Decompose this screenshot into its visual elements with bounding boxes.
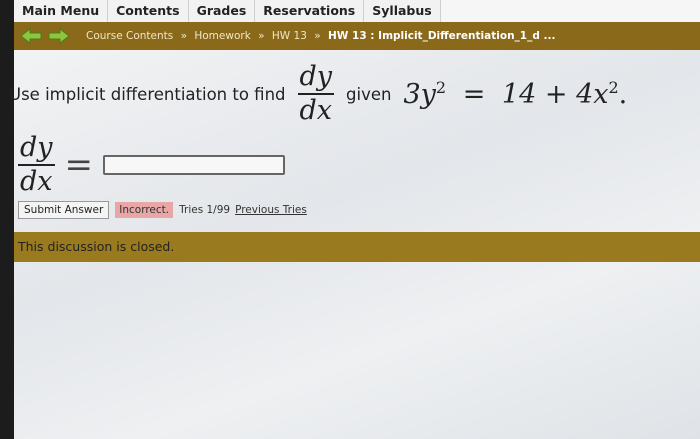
equation-rhs: 14 + 4x [501,79,609,110]
menu-main-menu[interactable]: Main Menu [14,0,109,22]
breadcrumb-separator: » [180,30,188,42]
answer-equals: = [64,145,94,186]
answer-fraction-denominator: dx [20,166,53,198]
breadcrumb-separator: » [314,30,321,42]
breadcrumb-hw13[interactable]: HW 13 [272,30,307,42]
derivative-fraction: dy dx [297,60,335,126]
answer-fraction-numerator: dy [20,132,53,163]
forward-arrow-icon[interactable] [48,28,70,44]
navigation-bar: Course Contents » Homework » HW 13 » HW … [14,22,700,50]
answer-row: dy dx = [18,132,286,198]
question-prompt: Use implicit differentiation to find dy … [9,54,627,134]
question-given: given [346,84,392,104]
lon-capa-page: Main Menu Contents Grades Reservations S… [9,0,700,439]
answer-controls: Submit Answer Incorrect. Tries 1/99 Prev… [18,201,307,219]
question-prefix: Use implicit differentiation to find [9,84,286,104]
breadcrumb-current: HW 13 : Implicit_Differentiation_1_d ... [328,30,556,42]
breadcrumb-course-contents[interactable]: Course Contents [86,30,173,42]
breadcrumb-separator: » [258,30,265,42]
main-menu-bar: Main Menu Contents Grades Reservations S… [14,0,700,22]
menu-contents[interactable]: Contents [108,0,189,22]
submit-answer-button[interactable]: Submit Answer [18,201,110,219]
fraction-denominator: dx [299,95,333,126]
previous-tries-link[interactable]: Previous Tries [235,204,307,216]
menu-syllabus[interactable]: Syllabus [364,0,441,22]
breadcrumb: Course Contents » Homework » HW 13 » HW … [86,30,556,42]
equation-lhs-exponent: 2 [435,78,447,97]
fraction-numerator: dy [299,60,333,92]
answer-input[interactable] [103,155,286,176]
equation-period: . [618,79,628,110]
equation-lhs: 3y [403,79,436,110]
menu-reservations[interactable]: Reservations [255,0,365,22]
answer-derivative-fraction: dy dx [18,132,55,198]
given-equation: 3y2 = 14 + 4x2. [403,78,627,110]
back-arrow-icon[interactable] [20,28,42,44]
discussion-closed-banner: This discussion is closed. [14,232,700,262]
tries-count: Tries 1/99 [179,204,231,216]
breadcrumb-homework[interactable]: Homework [194,30,250,42]
menu-grades[interactable]: Grades [188,0,256,22]
status-badge: Incorrect. [115,202,174,218]
equation-equals: = [462,79,486,110]
equation-rhs-exponent: 2 [608,78,619,97]
